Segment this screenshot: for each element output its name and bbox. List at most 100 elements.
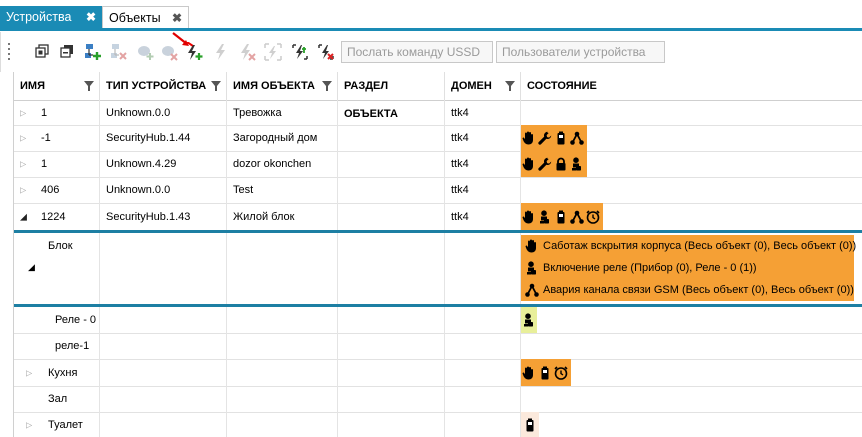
child-empty-cell xyxy=(100,307,227,333)
timer-icon xyxy=(554,366,568,380)
row-domain: ttk4 xyxy=(451,132,469,144)
table-row[interactable]: ◢ 1224 SecurityHub.1.43 Жилой блок ttk4 xyxy=(14,203,862,231)
table-row[interactable]: ▷ 1 Unknown.4.29 dozor okonchen ttk4 xyxy=(14,151,862,178)
filter-icon[interactable] xyxy=(322,81,332,91)
relay-icon xyxy=(538,210,552,224)
devices-grid: ИМЯ ТИП УСТРОЙСТВА ИМЯ ОБЪЕКТА РАЗДЕЛ ОБ… xyxy=(13,72,862,437)
column-header-object-name[interactable]: ИМЯ ОБЪЕКТА xyxy=(227,72,338,100)
expand-arrow-icon[interactable]: ▷ xyxy=(26,368,32,377)
child-state xyxy=(521,307,862,333)
table-row[interactable]: ▷ 1 Unknown.0.0 Тревожка ttk4 xyxy=(14,100,862,126)
wrench-icon xyxy=(538,157,552,171)
row-object-name: Жилой блок xyxy=(233,210,295,223)
filter-icon[interactable] xyxy=(84,81,94,91)
tab-objects-label: Объекты xyxy=(109,11,161,25)
row-device-type: SecurityHub.1.44 xyxy=(106,132,191,144)
child-name: Зал xyxy=(48,393,68,405)
child-empty-cell xyxy=(100,386,227,412)
block-name: Блок xyxy=(48,240,73,252)
close-icon[interactable]: ✖ xyxy=(172,7,182,29)
battery-icon xyxy=(538,366,552,380)
row-object-section xyxy=(338,125,445,151)
tab-devices-label: Устройства xyxy=(6,10,72,24)
child-name: Реле - 0 xyxy=(55,314,97,326)
event-settings-icon[interactable] xyxy=(290,42,310,62)
block-device-type xyxy=(100,233,227,304)
close-icon[interactable]: ✖ xyxy=(86,6,96,28)
send-ussd-button[interactable]: Послать команду USSD xyxy=(341,41,493,63)
collapse-all-icon[interactable] xyxy=(57,42,77,62)
column-header-device-type[interactable]: ТИП УСТРОЙСТВА xyxy=(100,72,227,100)
list-item[interactable]: реле-1 xyxy=(14,333,862,360)
collapse-arrow-icon[interactable]: ◢ xyxy=(28,262,35,273)
filter-icon[interactable] xyxy=(505,81,515,91)
collapse-arrow-icon[interactable]: ◢ xyxy=(20,211,27,222)
list-item[interactable]: ▷ Кухня xyxy=(14,359,862,387)
expand-event-icon[interactable] xyxy=(263,42,283,62)
row-object-name: dozor okonchen xyxy=(233,158,312,170)
table-row[interactable]: ▷ -1 SecurityHub.1.44 Загородный дом ttk4 xyxy=(14,125,862,152)
add-device-icon[interactable] xyxy=(83,42,103,62)
bolt-icon[interactable] xyxy=(211,42,231,62)
row-state xyxy=(521,100,862,125)
network-icon xyxy=(525,283,539,297)
hand-icon xyxy=(522,131,536,145)
table-row[interactable]: ▷ 406 Unknown.0.0 Test ttk4 xyxy=(14,177,862,204)
row-state xyxy=(521,151,862,177)
toolbar-grip[interactable] xyxy=(8,43,11,61)
status-badge xyxy=(521,307,537,333)
add-section-icon[interactable] xyxy=(135,42,155,62)
column-state-label: СОСТОЯНИЕ xyxy=(527,80,597,92)
child-name: реле-1 xyxy=(55,340,90,352)
tab-underline xyxy=(0,28,862,31)
child-state xyxy=(521,359,862,386)
expand-arrow-icon[interactable]: ▷ xyxy=(26,420,32,429)
detail-row-block[interactable]: Блок ◢ Саботаж вскрытия корпуса (Весь об… xyxy=(14,233,862,304)
child-empty-cell xyxy=(227,412,338,437)
row-device-type: SecurityHub.1.43 xyxy=(106,210,191,223)
device-users-button[interactable]: Пользователи устройства xyxy=(496,41,665,63)
filter-icon[interactable] xyxy=(211,81,221,91)
child-name: Кухня xyxy=(48,366,78,379)
battery-icon xyxy=(554,210,568,224)
relay-icon xyxy=(522,313,536,327)
list-item[interactable]: Реле - 0 xyxy=(14,307,862,334)
column-domain-label: ДОМЕН xyxy=(451,80,492,92)
row-domain: ttk4 xyxy=(451,184,469,196)
expand-all-icon[interactable] xyxy=(32,42,52,62)
status-badge xyxy=(521,359,571,386)
tab-devices[interactable]: Устройства ✖ xyxy=(0,6,102,28)
row-name: -1 xyxy=(41,132,51,144)
list-item[interactable]: ▷ Туалет xyxy=(14,412,862,437)
bolt-remove-icon[interactable] xyxy=(237,42,257,62)
row-object-name: Загородный дом xyxy=(233,132,318,144)
expand-arrow-icon[interactable]: ▷ xyxy=(20,186,26,195)
child-empty-cell xyxy=(227,333,338,359)
row-device-type: Unknown.0.0 xyxy=(106,106,171,119)
row-object-section xyxy=(338,203,445,230)
status-badge xyxy=(521,203,603,230)
status-badge xyxy=(521,151,587,177)
list-item[interactable]: Зал xyxy=(14,386,862,413)
expand-arrow-icon[interactable]: ▷ xyxy=(20,108,26,117)
row-object-section xyxy=(338,177,445,203)
column-header-object-section[interactable]: РАЗДЕЛ ОБЪЕКТА xyxy=(338,72,445,120)
toolbar: Послать команду USSD Пользователи устрой… xyxy=(0,32,862,72)
tab-objects[interactable]: Объекты ✖ xyxy=(102,6,189,28)
child-empty-cell xyxy=(100,359,227,386)
row-device-type: Unknown.4.29 xyxy=(106,158,177,170)
status-badge xyxy=(521,125,587,151)
expand-arrow-icon[interactable]: ▷ xyxy=(20,134,26,143)
column-header-name[interactable]: ИМЯ xyxy=(14,72,100,100)
expand-arrow-icon[interactable]: ▷ xyxy=(20,160,26,169)
wrench-icon xyxy=(538,131,552,145)
row-device-type: Unknown.0.0 xyxy=(106,184,171,196)
child-empty-cell xyxy=(100,412,227,437)
column-header-domain[interactable]: ДОМЕН xyxy=(445,72,521,100)
relay-icon xyxy=(570,157,584,171)
child-name: Туалет xyxy=(48,418,83,431)
remove-device-icon[interactable] xyxy=(109,42,129,62)
column-header-state[interactable]: СОСТОЯНИЕ xyxy=(521,72,862,100)
event-delete-icon[interactable] xyxy=(316,42,336,62)
column-device-type-label: ТИП УСТРОЙСТВА xyxy=(106,80,207,92)
